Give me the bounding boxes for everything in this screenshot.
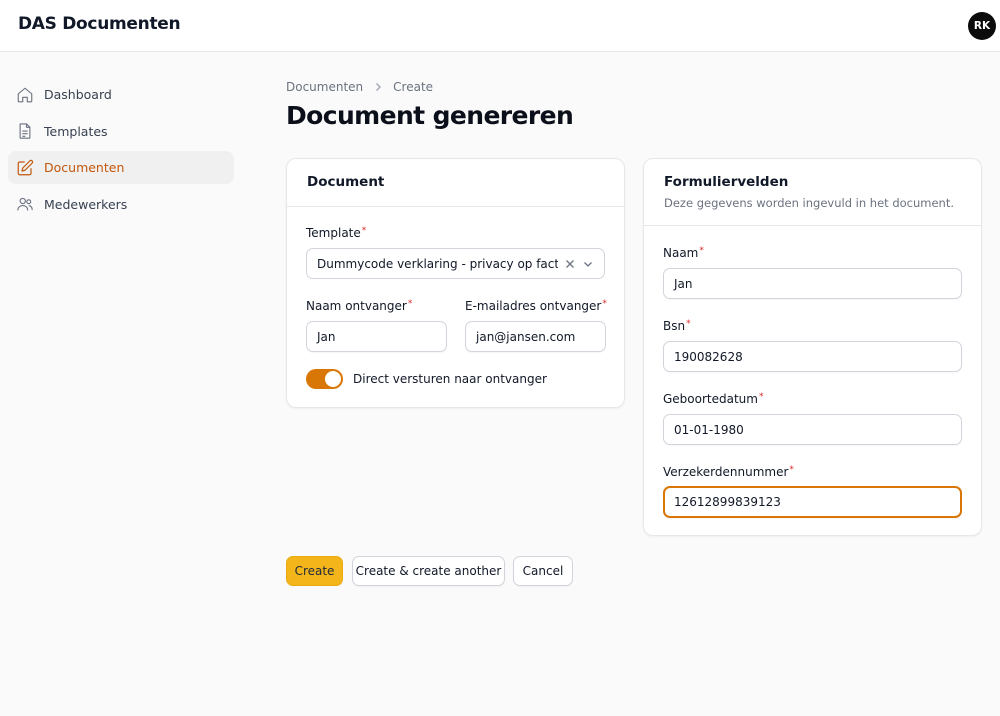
required-marker: * <box>789 465 794 475</box>
chevron-down-icon[interactable] <box>582 258 594 270</box>
sidebar-item-label: Dashboard <box>44 87 112 102</box>
required-marker: * <box>758 392 764 402</box>
users-icon <box>16 195 34 213</box>
geboortedatum-label-text: Geboortedatum <box>663 392 758 406</box>
sidebar-item-label: Documenten <box>44 160 125 175</box>
verzekerdennummer-label: Verzekerdennummer* <box>663 465 794 479</box>
card-header: Formuliervelden Deze gegevens worden ing… <box>644 159 981 226</box>
page-title: Document genereren <box>286 101 574 130</box>
breadcrumb-parent-link[interactable]: Documenten <box>286 80 363 94</box>
geboortedatum-label: Geboortedatum* <box>663 392 763 406</box>
verzekerdennummer-label-text: Verzekerdennummer <box>663 465 789 479</box>
sidebar-item-label: Templates <box>44 123 108 139</box>
naam-label: Naam* <box>663 246 704 260</box>
geboortedatum-input[interactable]: 01-01-1980 <box>663 414 962 445</box>
required-marker: * <box>699 246 704 256</box>
verzekerdennummer-input[interactable]: 12612899839123 <box>663 486 962 518</box>
create-another-button[interactable]: Create & create another <box>352 556 505 586</box>
cancel-button[interactable]: Cancel <box>513 556 573 586</box>
recipient-email-input[interactable]: jan@jansen.com <box>465 321 606 352</box>
naam-input[interactable]: Jan <box>663 268 962 299</box>
card-title: Formuliervelden <box>664 174 789 190</box>
required-marker: * <box>407 299 413 309</box>
sidebar-item-documenten[interactable]: Documenten <box>8 151 234 184</box>
sidebar-item-dashboard[interactable]: Dashboard <box>8 78 234 111</box>
bsn-label-text: Bsn <box>663 319 686 333</box>
bsn-input[interactable]: 190082628 <box>663 341 962 372</box>
template-select[interactable]: Dummycode verklaring - privacy op factuu… <box>306 248 605 279</box>
user-avatar[interactable]: RK <box>968 12 996 40</box>
card-header: Document <box>287 159 624 207</box>
create-button[interactable]: Create <box>286 556 343 586</box>
sidebar-item-medewerkers[interactable]: Medewerkers <box>8 188 234 221</box>
card-description: Deze gegevens worden ingevuld in het doc… <box>664 196 954 210</box>
template-label-text: Template <box>306 226 361 240</box>
recipient-name-label-text: Naam ontvanger <box>306 299 407 313</box>
sidebar-item-templates[interactable]: Templates <box>8 115 234 148</box>
template-label: Template* <box>306 226 366 240</box>
sidebar-item-label: Medewerkers <box>44 196 128 212</box>
top-bar: DAS Documenten RK <box>0 0 1000 52</box>
send-directly-toggle[interactable] <box>306 369 343 389</box>
toggle-knob <box>325 371 341 387</box>
pencil-square-icon <box>16 159 34 177</box>
bsn-label: Bsn* <box>663 319 691 333</box>
required-marker: * <box>361 226 367 236</box>
recipient-name-input[interactable]: Jan <box>306 321 447 352</box>
recipient-email-label-text: E-mailadres ontvanger <box>465 299 602 313</box>
chevron-right-icon <box>373 82 383 92</box>
required-marker: * <box>686 319 691 329</box>
recipient-email-label: E-mailadres ontvanger* <box>465 299 607 313</box>
naam-label-text: Naam <box>663 246 699 260</box>
form-fields-card: Formuliervelden Deze gegevens worden ing… <box>643 158 982 536</box>
home-icon <box>16 86 34 104</box>
required-marker: * <box>602 299 607 309</box>
card-title: Document <box>307 174 385 190</box>
clear-icon[interactable] <box>564 258 576 270</box>
breadcrumb: Documenten Create <box>286 80 433 94</box>
app-title[interactable]: DAS Documenten <box>18 14 181 34</box>
document-icon <box>16 122 34 140</box>
breadcrumb-current: Create <box>393 80 434 94</box>
sidebar: Dashboard Templates Documenten Medewerke… <box>8 78 234 224</box>
document-card: Document Template* Dummycode verklaring … <box>286 158 625 408</box>
recipient-name-label: Naam ontvanger* <box>306 299 412 313</box>
template-select-value: Dummycode verklaring - privacy op factuu… <box>317 256 558 271</box>
send-directly-label: Direct versturen naar ontvanger <box>353 372 547 386</box>
